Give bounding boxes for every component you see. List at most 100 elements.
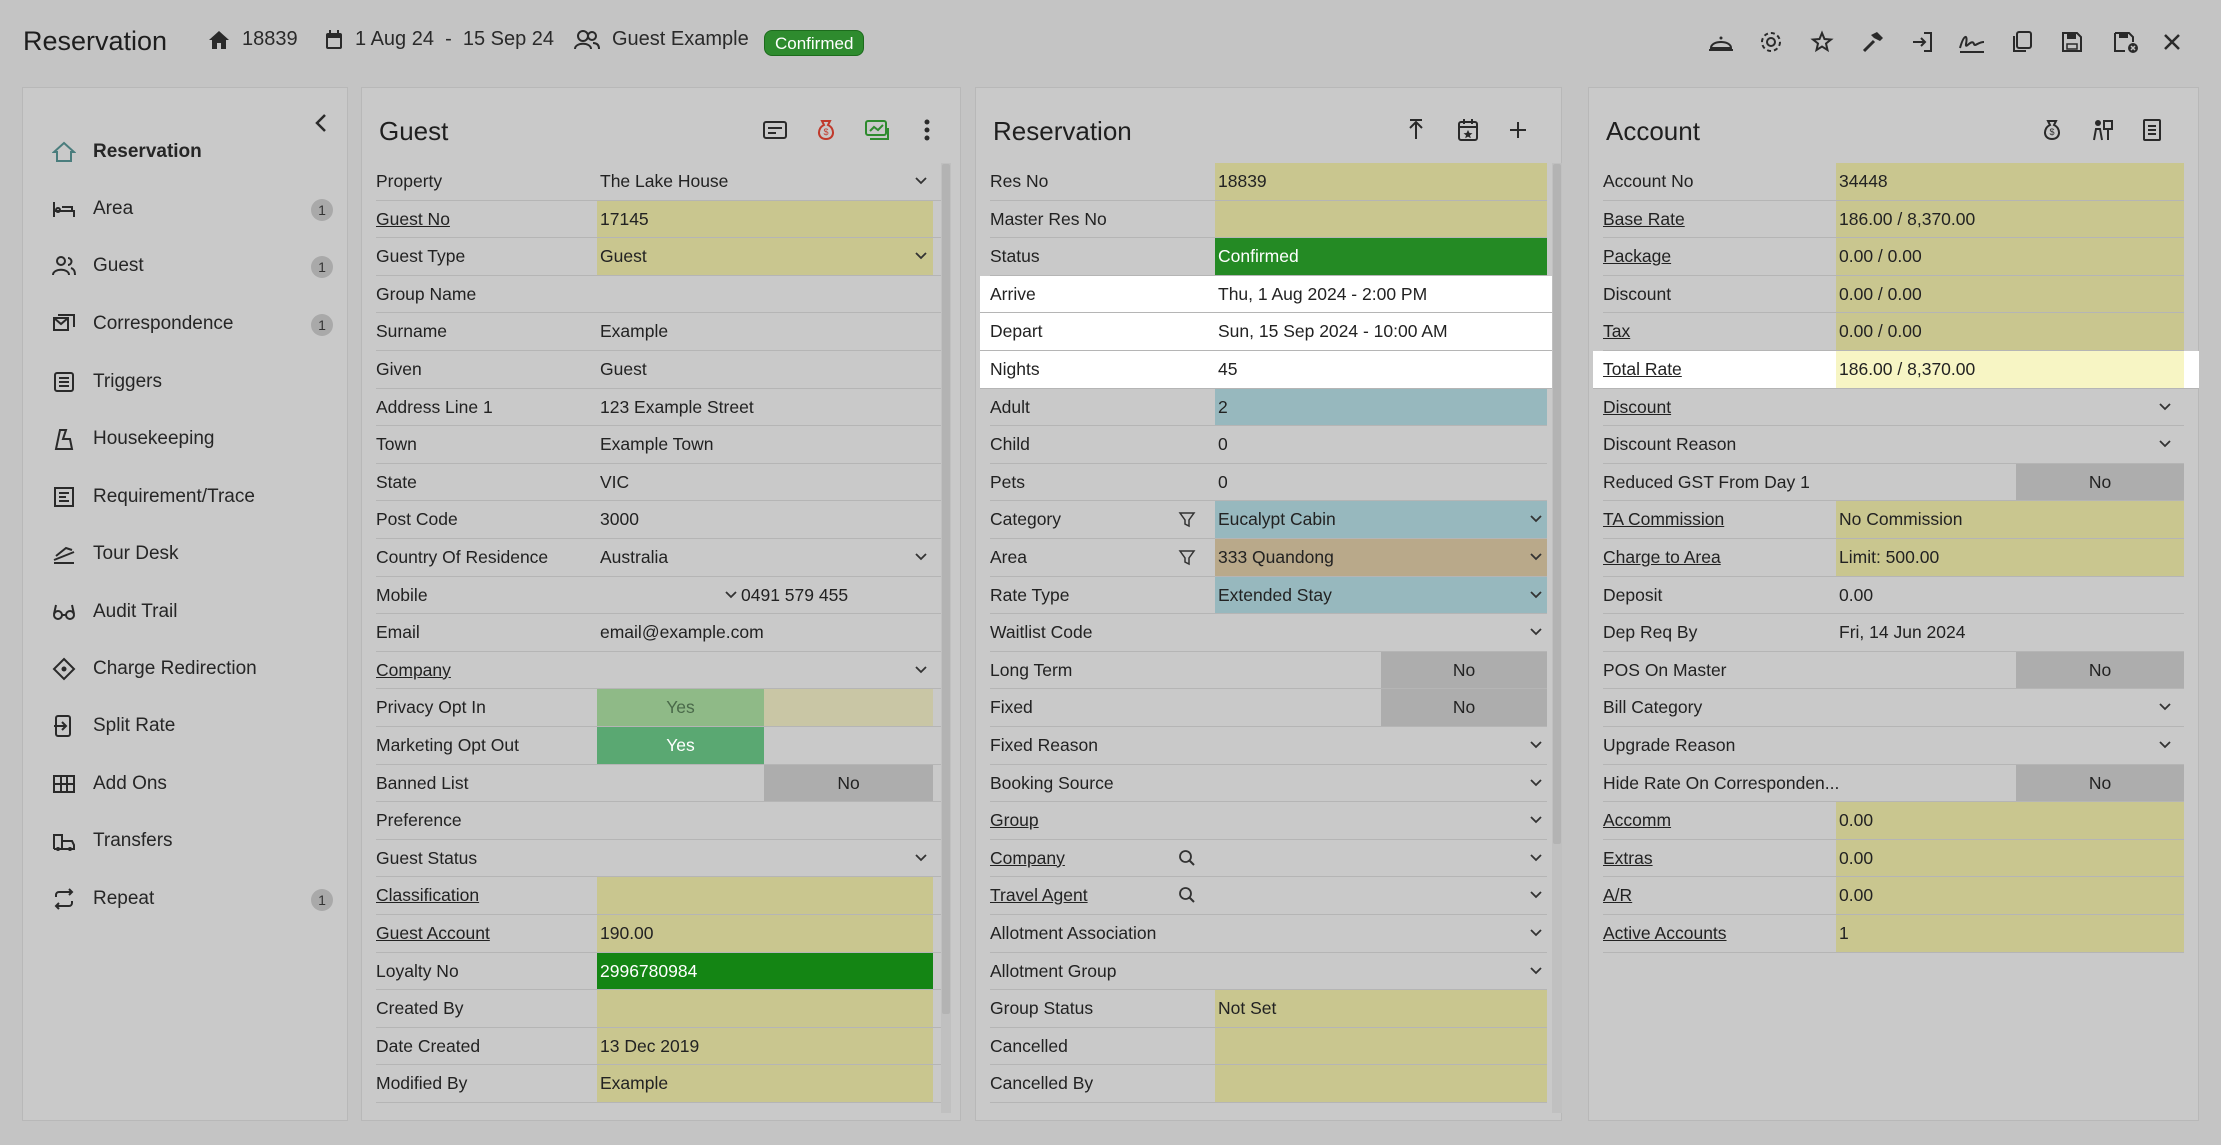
reservation-scrollbar[interactable] (1553, 164, 1561, 844)
guest-field-date-created[interactable]: 13 Dec 2019 (597, 1027, 933, 1065)
nav-item-correspondence[interactable]: Correspondence 1 (51, 304, 333, 344)
reservation-field-nights[interactable]: 45 (1215, 351, 1547, 388)
id-card-icon[interactable] (760, 115, 790, 145)
chevron-down-icon[interactable] (2156, 435, 2174, 453)
account-field-pos-on-master[interactable]: No (2016, 651, 2184, 689)
chevron-down-icon[interactable] (2156, 698, 2174, 716)
reservation-field-allotment-association[interactable] (1215, 915, 1547, 952)
guest-field-classification[interactable] (597, 877, 933, 915)
account-field-account-no[interactable]: 34448 (1836, 163, 2184, 200)
reservation-label-travel-agent[interactable]: Travel Agent (990, 877, 1088, 914)
reservation-field-waitlist-code[interactable] (1215, 614, 1547, 651)
reservation-field-booking-source[interactable] (1215, 765, 1547, 802)
chevron-down-icon[interactable] (722, 586, 740, 604)
chevron-down-icon[interactable] (912, 247, 930, 265)
guest-field-group-name[interactable] (597, 276, 948, 313)
guest-field-created-by[interactable] (597, 990, 933, 1028)
guest-field-modified-by[interactable]: Example (597, 1065, 933, 1103)
bell-service-icon[interactable] (1707, 28, 1735, 56)
nav-item-transfers[interactable]: Transfers (51, 821, 333, 861)
chevron-down-icon[interactable] (1527, 774, 1545, 792)
account-field-deposit[interactable]: 0.00 (1836, 577, 2184, 614)
nav-item-requirement-trace[interactable]: Requirement/Trace (51, 477, 333, 517)
more-options-icon[interactable] (912, 115, 942, 145)
invoice-icon[interactable] (2137, 115, 2167, 145)
reservation-field-rate-type[interactable]: Extended Stay (1215, 576, 1547, 614)
guest-field-town[interactable]: Example Town (597, 426, 948, 463)
guest-label-guest-no[interactable]: Guest No (376, 201, 450, 238)
reservation-field-long-term[interactable]: No (1381, 651, 1547, 689)
money-bag-icon[interactable]: $ (811, 115, 841, 145)
guest-field-guest-type[interactable]: Guest (597, 238, 933, 276)
reservation-field-adult[interactable]: 2 (1215, 388, 1547, 426)
chevron-down-icon[interactable] (1527, 548, 1545, 566)
settings-gear-icon[interactable] (1757, 28, 1785, 56)
person-sign-icon[interactable] (2087, 115, 2117, 145)
account-field-charge-to-area[interactable]: Limit: 500.00 (1836, 539, 2184, 576)
reservation-field-fixed-reason[interactable] (1215, 727, 1547, 764)
nav-item-split-rate[interactable]: Split Rate (51, 706, 333, 746)
account-label-base-rate[interactable]: Base Rate (1603, 201, 1685, 238)
reservation-field-status[interactable]: Confirmed (1215, 238, 1547, 276)
chevron-down-icon[interactable] (912, 172, 930, 190)
chevron-down-icon[interactable] (2156, 736, 2174, 754)
reservation-field-group-status[interactable]: Not Set (1215, 990, 1547, 1028)
copy-icon[interactable] (2008, 28, 2036, 56)
save-close-icon[interactable] (2112, 28, 2140, 56)
close-icon[interactable] (2158, 28, 2186, 56)
guest-field-country-of-residence[interactable]: Australia (597, 539, 948, 576)
chevron-down-icon[interactable] (1527, 510, 1545, 528)
upload-arrow-icon[interactable] (1401, 115, 1431, 145)
chevron-down-icon[interactable] (1527, 849, 1545, 867)
nav-item-tour-desk[interactable]: Tour Desk (51, 534, 333, 574)
reservation-field-cancelled-by[interactable] (1215, 1065, 1547, 1103)
guest-field-preference[interactable] (597, 802, 948, 839)
guest-label-classification[interactable]: Classification (376, 877, 479, 914)
nav-item-guest[interactable]: Guest 1 (51, 246, 333, 286)
reservation-field-travel-agent[interactable] (1215, 877, 1547, 914)
nav-item-area[interactable]: Area 1 (51, 189, 333, 229)
account-label-total-rate[interactable]: Total Rate (1603, 351, 1682, 388)
money-bag-outline-icon[interactable]: $ (2037, 115, 2067, 145)
calendar-star-icon[interactable] (1453, 115, 1483, 145)
account-field-reduced-gst-from-day-1[interactable]: No (2016, 463, 2184, 501)
reservation-field-res-no[interactable]: 18839 (1215, 163, 1547, 200)
account-label-discount[interactable]: Discount (1603, 389, 1671, 426)
nav-item-housekeeping[interactable]: Housekeeping (51, 419, 333, 459)
account-label-package[interactable]: Package (1603, 238, 1671, 275)
reservation-field-category[interactable]: Eucalypt Cabin (1215, 501, 1547, 539)
reservation-field-group[interactable] (1215, 802, 1547, 839)
search-icon[interactable] (1178, 849, 1196, 867)
reservation-field-arrive[interactable]: Thu, 1 Aug 2024 - 2:00 PM (1215, 276, 1547, 313)
save-icon[interactable] (2058, 28, 2086, 56)
nav-item-add-ons[interactable]: Add Ons (51, 764, 333, 804)
chevron-down-icon[interactable] (912, 661, 930, 679)
account-field-upgrade-reason[interactable] (1836, 727, 2184, 764)
chevron-down-icon[interactable] (912, 849, 930, 867)
guest-field-marketing-opt-out[interactable]: Yes (597, 727, 764, 764)
guest-field-banned-list[interactable]: No (764, 764, 933, 802)
account-field-total-rate[interactable]: 186.00 / 8,370.00 (1836, 351, 2184, 388)
guest-field-address-line-1[interactable]: 123 Example Street (597, 389, 948, 426)
guest-field-loyalty-no[interactable]: 2996780984 (597, 952, 933, 990)
chevron-down-icon[interactable] (1527, 886, 1545, 904)
sign-in-icon[interactable] (1908, 28, 1936, 56)
account-field-hide-rate-on-corresponden[interactable]: No (2016, 764, 2184, 802)
guest-field-email[interactable]: email@example.com (597, 614, 948, 651)
guest-field-guest-status[interactable] (597, 840, 948, 877)
guest-field-property[interactable]: The Lake House (597, 163, 948, 200)
account-label-extras[interactable]: Extras (1603, 840, 1653, 877)
chevron-down-icon[interactable] (1527, 736, 1545, 754)
guest-field-post-code[interactable]: 3000 (597, 501, 948, 538)
guest-field-guest-no[interactable]: 17145 (597, 200, 933, 238)
guest-label-company[interactable]: Company (376, 652, 451, 689)
nav-item-charge-redirection[interactable]: Charge Redirection (51, 649, 333, 689)
chevron-down-icon[interactable] (912, 548, 930, 566)
account-field-extras[interactable]: 0.00 (1836, 839, 2184, 877)
reservation-field-pets[interactable]: 0 (1215, 464, 1547, 501)
guest-field-state[interactable]: VIC (597, 464, 948, 501)
reservation-field-allotment-group[interactable] (1215, 953, 1547, 990)
search-icon[interactable] (1178, 886, 1196, 904)
chevron-down-icon[interactable] (1527, 924, 1545, 942)
chevron-down-icon[interactable] (1527, 586, 1545, 604)
